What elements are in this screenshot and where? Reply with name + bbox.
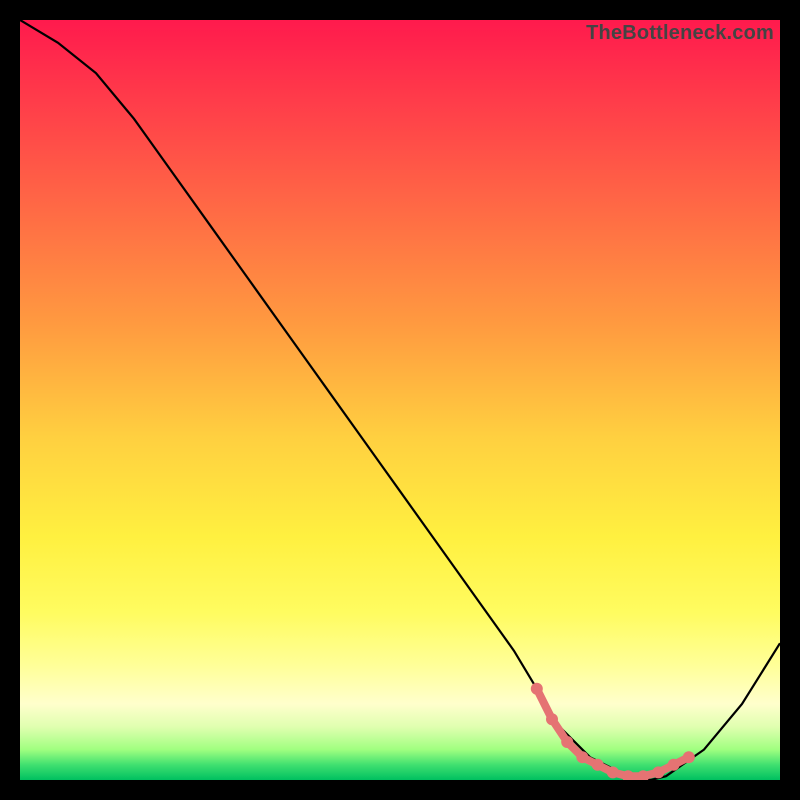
curve-layer xyxy=(20,20,780,780)
optimal-band xyxy=(531,683,695,780)
plot-area: TheBottleneck.com xyxy=(20,20,780,780)
bottleneck-curve xyxy=(20,20,780,780)
chart-frame: TheBottleneck.com xyxy=(0,0,800,800)
